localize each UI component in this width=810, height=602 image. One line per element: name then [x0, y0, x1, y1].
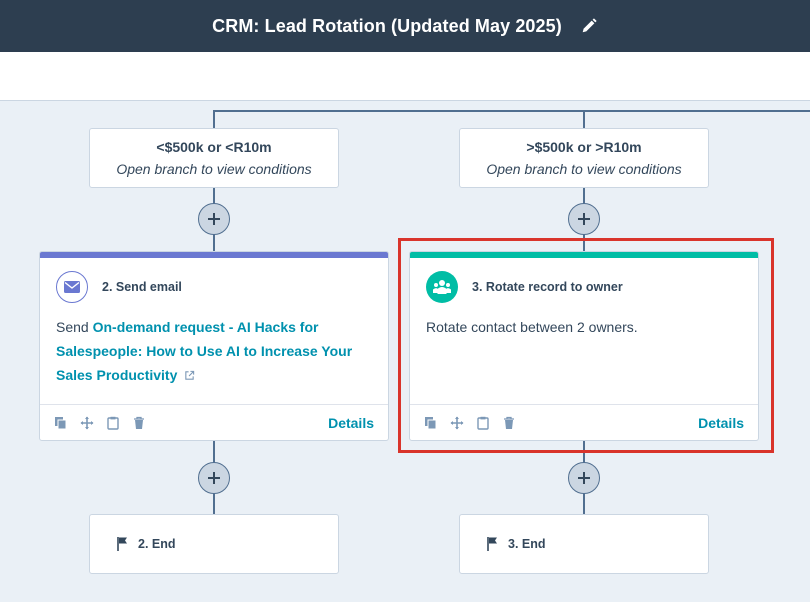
- clone-icon[interactable]: [54, 416, 68, 430]
- workflow-header: CRM: Lead Rotation (Updated May 2025): [0, 0, 810, 52]
- end-node[interactable]: 2. End: [89, 514, 339, 574]
- action-description: Send On-demand request - AI Hacks for Sa…: [40, 303, 388, 401]
- add-action-button[interactable]: [198, 203, 230, 235]
- details-button[interactable]: Details: [328, 415, 374, 431]
- branch-title: >$500k or >R10m: [526, 139, 642, 155]
- branch-subtitle: Open branch to view conditions: [116, 161, 312, 177]
- end-node[interactable]: 3. End: [459, 514, 709, 574]
- external-link-icon[interactable]: [184, 370, 195, 381]
- highlight-box: [398, 238, 774, 453]
- end-label: 2. End: [138, 537, 176, 551]
- email-link[interactable]: On-demand request - AI Hacks for Salespe…: [56, 319, 352, 383]
- clipboard-icon[interactable]: [106, 416, 120, 430]
- action-prefix: Send: [56, 319, 93, 335]
- plus-icon: [208, 472, 220, 484]
- add-action-button[interactable]: [198, 462, 230, 494]
- envelope-icon: [64, 281, 80, 293]
- card-footer: Details: [40, 404, 388, 440]
- add-action-button[interactable]: [568, 462, 600, 494]
- add-action-button[interactable]: [568, 203, 600, 235]
- connector-line: [213, 110, 810, 112]
- branch-box-under-500k[interactable]: <$500k or <R10m Open branch to view cond…: [89, 128, 339, 188]
- end-label: 3. End: [508, 537, 546, 551]
- move-icon[interactable]: [80, 416, 94, 430]
- connector-line: [583, 110, 585, 128]
- trash-icon[interactable]: [132, 416, 146, 430]
- envelope-icon-badge: [56, 271, 88, 303]
- plus-icon: [578, 213, 590, 225]
- plus-icon: [578, 472, 590, 484]
- action-card-send-email[interactable]: 2. Send email Send On-demand request - A…: [39, 251, 389, 441]
- branch-subtitle: Open branch to view conditions: [486, 161, 682, 177]
- workflow-title: CRM: Lead Rotation (Updated May 2025): [212, 15, 562, 36]
- pencil-icon[interactable]: [580, 17, 598, 35]
- plus-icon: [208, 213, 220, 225]
- flag-icon: [117, 537, 127, 551]
- flag-icon: [487, 537, 497, 551]
- branch-title: <$500k or <R10m: [156, 139, 272, 155]
- action-header: 2. Send email: [102, 280, 182, 294]
- toolbar-area: [0, 52, 810, 101]
- connector-line: [213, 110, 215, 128]
- branch-box-over-500k[interactable]: >$500k or >R10m Open branch to view cond…: [459, 128, 709, 188]
